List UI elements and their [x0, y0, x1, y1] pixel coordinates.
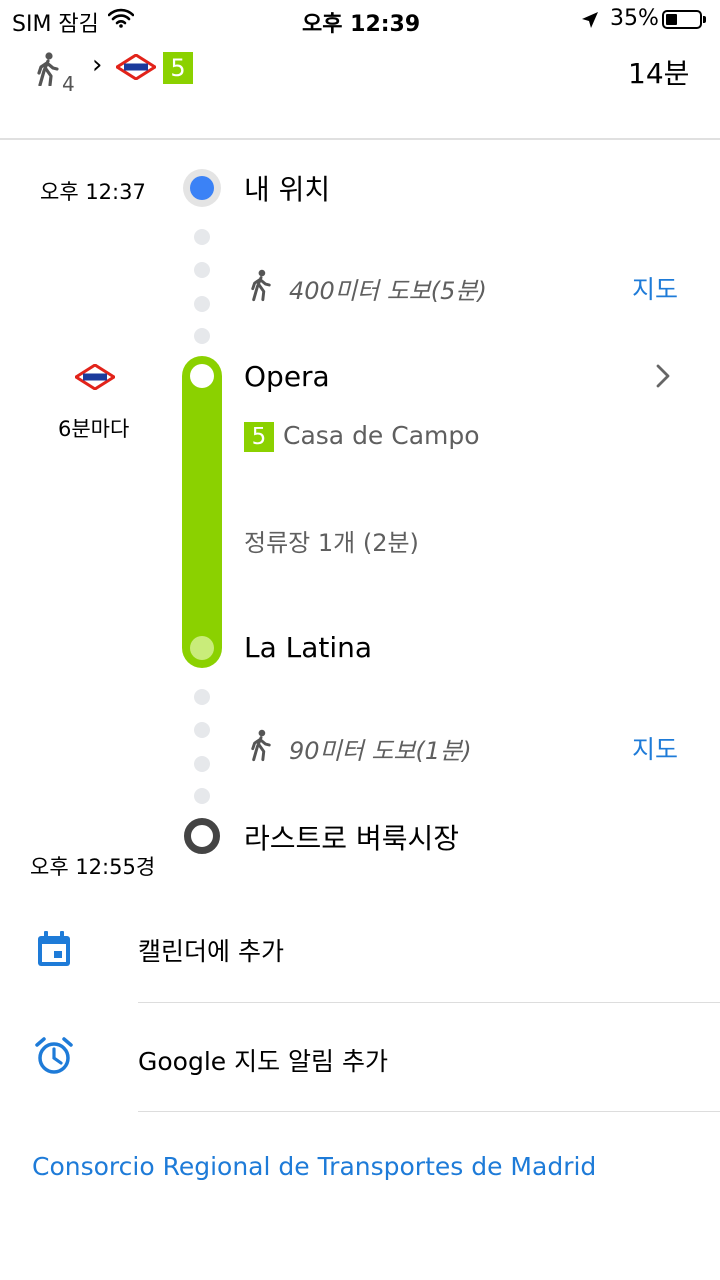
direction-label: Casa de Campo: [283, 421, 480, 450]
total-duration: 14분: [628, 57, 690, 90]
line-badge-small: 5: [244, 422, 274, 452]
chevron-separator-icon: ›: [92, 50, 103, 80]
route-summary[interactable]: 4 › 5 14분: [0, 42, 720, 138]
destination-marker: [184, 818, 220, 854]
frequency-label: 6분마다: [58, 417, 130, 441]
action-divider: [138, 1002, 720, 1003]
line-badge: 5: [163, 52, 193, 84]
walk-1-map-link[interactable]: 지도: [632, 270, 678, 306]
alight-stop-marker: [190, 636, 214, 660]
destination-name: 라스트로 벼룩시장: [244, 822, 459, 855]
battery-tip: [703, 16, 706, 23]
walk-dot: [194, 788, 210, 804]
add-to-calendar-button[interactable]: 캘린더에 추가: [0, 900, 720, 1000]
stops-info-text: 정류장 1개 (2분): [244, 529, 419, 557]
battery-icon: [662, 10, 702, 29]
walk-dot: [194, 229, 210, 245]
walk-dot: [194, 262, 210, 278]
action-divider: [138, 1111, 720, 1112]
carrier-label: SIM 잠김: [12, 12, 99, 37]
clock: 오후 12:39: [302, 12, 421, 37]
transit-agency-link[interactable]: Consorcio Regional de Transportes de Mad…: [32, 1152, 596, 1181]
add-maps-reminder-button[interactable]: Google 지도 알림 추가: [0, 1004, 720, 1110]
end-time: 오후 12:55경: [30, 855, 156, 879]
walk-dot: [194, 756, 210, 772]
location-arrow-icon: [582, 12, 598, 28]
metro-madrid-icon: [75, 364, 115, 390]
add-maps-reminder-label: Google 지도 알림 추가: [138, 1047, 389, 1076]
calendar-icon: [38, 931, 70, 966]
walk-dot: [194, 328, 210, 344]
alight-stop-name: La Latina: [244, 631, 373, 664]
start-time: 오후 12:37: [40, 180, 146, 204]
board-stop-row[interactable]: Opera: [236, 352, 720, 404]
chevron-right-icon: [656, 364, 670, 388]
walk-icon: [251, 269, 271, 302]
walk-dot: [194, 296, 210, 312]
walk-count: 4: [62, 72, 75, 96]
stops-info[interactable]: 정류장 1개 (2분): [244, 523, 419, 558]
alarm-clock-icon: [35, 1037, 73, 1074]
start-location-marker: [183, 169, 221, 207]
walk-icon: [37, 52, 59, 86]
walk-icon: [251, 729, 271, 762]
walk-2-map-link[interactable]: 지도: [632, 730, 678, 766]
walk-segment-1: 400미터 도보(5분): [289, 277, 487, 305]
metro-madrid-icon: [116, 54, 156, 80]
board-stop-marker: [190, 364, 214, 388]
header-divider: [0, 138, 720, 140]
transit-line-bar: [182, 356, 222, 668]
walk-dot: [194, 722, 210, 738]
add-to-calendar-label: 캘린더에 추가: [138, 937, 284, 966]
board-stop-name: Opera: [244, 360, 330, 393]
walk-segment-2: 90미터 도보(1분): [289, 737, 472, 765]
walk-dot: [194, 689, 210, 705]
battery-percent: 35%: [610, 6, 659, 31]
start-label: 내 위치: [244, 173, 331, 206]
wifi-icon: [108, 8, 134, 28]
